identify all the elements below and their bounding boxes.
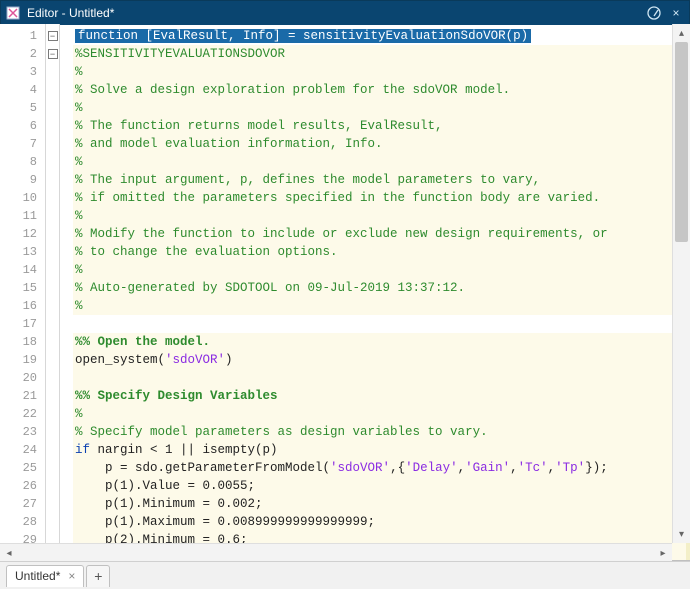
code-comment: % Solve a design exploration problem for… bbox=[75, 83, 510, 97]
code-text: , bbox=[510, 461, 518, 475]
code-text: ) bbox=[225, 353, 233, 367]
line-number: 20 bbox=[0, 369, 45, 387]
code-string: 'sdoVOR' bbox=[330, 461, 390, 475]
line-number: 25 bbox=[0, 459, 45, 477]
line-number: 4 bbox=[0, 81, 45, 99]
code-text: open_system( bbox=[75, 353, 165, 367]
line-number: 1 bbox=[0, 27, 45, 45]
code-area[interactable]: function [EvalResult, Info] = sensitivit… bbox=[60, 24, 690, 560]
fold-column: − − bbox=[46, 24, 60, 560]
code-text: p = sdo.getParameterFromModel( bbox=[75, 461, 330, 475]
file-tab-label: Untitled* bbox=[15, 569, 60, 583]
line-number: 7 bbox=[0, 135, 45, 153]
code-comment: % bbox=[75, 299, 83, 313]
line-number-gutter: 1 2 3 4 5 6 7 8 9 10 11 12 13 14 15 16 1… bbox=[0, 24, 46, 560]
close-button[interactable]: × bbox=[667, 4, 685, 22]
scroll-up-button[interactable]: ▴ bbox=[673, 24, 690, 42]
code-text: ,{ bbox=[390, 461, 405, 475]
code-comment: % Modify the function to include or excl… bbox=[75, 227, 608, 241]
code-string: 'Gain' bbox=[465, 461, 510, 475]
scroll-left-button[interactable]: ◂ bbox=[0, 544, 18, 562]
line-number: 13 bbox=[0, 243, 45, 261]
code-lines[interactable]: function [EvalResult, Info] = sensitivit… bbox=[60, 27, 690, 549]
line-number: 6 bbox=[0, 117, 45, 135]
editor-icon bbox=[5, 5, 21, 21]
code-comment: % to change the evaluation options. bbox=[75, 245, 338, 259]
line-number: 18 bbox=[0, 333, 45, 351]
code-string: 'Tp' bbox=[555, 461, 585, 475]
fold-toggle-icon[interactable]: − bbox=[48, 31, 58, 41]
code-text: nargin < 1 || isempty(p) bbox=[90, 443, 278, 457]
code-string: 'Tc' bbox=[518, 461, 548, 475]
fold-toggle-icon[interactable]: − bbox=[48, 49, 58, 59]
code-comment: % bbox=[75, 65, 83, 79]
scroll-thumb[interactable] bbox=[675, 42, 688, 242]
line-number: 26 bbox=[0, 477, 45, 495]
line-number: 16 bbox=[0, 297, 45, 315]
line-number: 27 bbox=[0, 495, 45, 513]
line-number: 9 bbox=[0, 171, 45, 189]
function-declaration: function [EvalResult, Info] = sensitivit… bbox=[75, 29, 531, 43]
code-comment: % bbox=[75, 263, 83, 277]
titlebar: Editor - Untitled* × bbox=[1, 1, 689, 25]
line-number: 24 bbox=[0, 441, 45, 459]
code-comment: % The input argument, p, defines the mod… bbox=[75, 173, 540, 187]
line-number: 10 bbox=[0, 189, 45, 207]
code-section: %% Specify Design Variables bbox=[75, 389, 278, 403]
code-text: p(1).Value = 0.0055; bbox=[75, 479, 255, 493]
help-button[interactable] bbox=[645, 4, 663, 22]
code-comment: % bbox=[75, 209, 83, 223]
code-comment: % bbox=[75, 155, 83, 169]
file-tab[interactable]: Untitled* × bbox=[6, 565, 84, 587]
line-number: 8 bbox=[0, 153, 45, 171]
code-text: }); bbox=[585, 461, 608, 475]
code-text: , bbox=[458, 461, 466, 475]
code-comment: % if omitted the parameters specified in… bbox=[75, 191, 600, 205]
line-number: 17 bbox=[0, 315, 45, 333]
line-number: 28 bbox=[0, 513, 45, 531]
line-number: 14 bbox=[0, 261, 45, 279]
code-comment: %SENSITIVITYEVALUATIONSDOVOR bbox=[75, 47, 285, 61]
horizontal-scrollbar[interactable]: ◂ ▸ bbox=[0, 543, 672, 561]
line-number: 19 bbox=[0, 351, 45, 369]
hscroll-thumb[interactable] bbox=[18, 546, 654, 559]
line-number: 12 bbox=[0, 225, 45, 243]
close-tab-icon[interactable]: × bbox=[68, 569, 75, 583]
document-tabbar: Untitled* × + bbox=[0, 561, 690, 589]
code-section: %% Open the model. bbox=[75, 335, 210, 349]
code-comment: % and model evaluation information, Info… bbox=[75, 137, 383, 151]
code-text: p(1).Maximum = 0.008999999999999999; bbox=[75, 515, 375, 529]
vertical-scrollbar[interactable]: ▴ ▾ bbox=[672, 24, 690, 543]
add-tab-button[interactable]: + bbox=[86, 565, 110, 587]
code-string: 'sdoVOR' bbox=[165, 353, 225, 367]
line-number: 5 bbox=[0, 99, 45, 117]
window-title: Editor - Untitled* bbox=[27, 6, 641, 20]
line-number: 3 bbox=[0, 63, 45, 81]
code-comment: % bbox=[75, 407, 83, 421]
code-keyword: if bbox=[75, 443, 90, 457]
line-number: 2 bbox=[0, 45, 45, 63]
code-text: p(1).Minimum = 0.002; bbox=[75, 497, 263, 511]
code-comment: % bbox=[75, 101, 83, 115]
code-comment: % The function returns model results, Ev… bbox=[75, 119, 443, 133]
line-number: 21 bbox=[0, 387, 45, 405]
line-number: 23 bbox=[0, 423, 45, 441]
line-number: 15 bbox=[0, 279, 45, 297]
scroll-down-button[interactable]: ▾ bbox=[673, 525, 690, 543]
code-comment: % Auto-generated by SDOTOOL on 09-Jul-20… bbox=[75, 281, 465, 295]
line-number: 11 bbox=[0, 207, 45, 225]
code-comment: % Specify model parameters as design var… bbox=[75, 425, 488, 439]
editor-pane: 1 2 3 4 5 6 7 8 9 10 11 12 13 14 15 16 1… bbox=[0, 24, 690, 561]
scroll-right-button[interactable]: ▸ bbox=[654, 544, 672, 562]
line-number: 22 bbox=[0, 405, 45, 423]
code-string: 'Delay' bbox=[405, 461, 458, 475]
